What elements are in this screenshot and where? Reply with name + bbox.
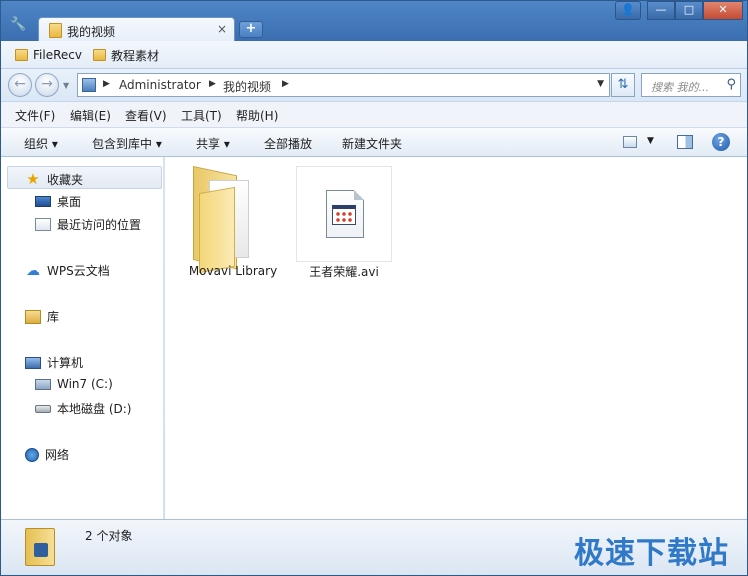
favorite-tutorial-materials[interactable]: 教程素材 — [93, 47, 159, 63]
file-list: Movavi Library 王者荣耀.avi — [165, 157, 747, 519]
new-folder-button[interactable]: 新建文件夹 — [342, 135, 402, 152]
organize-button[interactable]: 组织 ▾ — [24, 135, 58, 152]
computer-icon — [25, 356, 41, 369]
navigation-pane: ★ 收藏夹 桌面 最近访问的位置 ☁ WPS云文档 库 计算机 Win7 (C:… — [1, 157, 164, 519]
history-dropdown-icon[interactable]: ▼ — [63, 81, 69, 90]
star-icon: ★ — [26, 170, 40, 188]
tab-close-icon[interactable]: × — [217, 22, 227, 36]
nav-label: 网络 — [45, 448, 70, 462]
file-name: Movavi Library — [188, 264, 278, 278]
video-folder-icon — [49, 23, 62, 38]
folder-icon — [193, 166, 259, 274]
favorite-label: FileRecv — [33, 48, 82, 62]
search-icon[interactable]: ⚲ — [726, 77, 736, 92]
nav-label: 计算机 — [47, 356, 84, 370]
menu-help[interactable]: 帮助(H) — [236, 107, 278, 124]
new-tab-button[interactable]: + — [239, 21, 263, 38]
hard-drive-icon — [35, 404, 51, 413]
preview-pane-icon[interactable] — [677, 135, 693, 149]
search-placeholder: 搜索 我的... — [651, 81, 709, 94]
nav-item-drive-c[interactable]: Win7 (C:) — [35, 377, 113, 391]
nav-label: 收藏夹 — [47, 172, 84, 187]
nav-item-favorites[interactable]: ★ 收藏夹 — [25, 170, 83, 188]
command-toolbar: 组织 ▾ 包含到库中 ▾ 共享 ▾ 全部播放 新建文件夹 ▼ ? — [1, 127, 747, 157]
network-icon — [25, 447, 39, 462]
file-name[interactable]: 王者荣耀.avi — [296, 263, 392, 280]
nav-item-network[interactable]: 网络 — [25, 446, 69, 463]
refresh-button[interactable]: ⇅ — [611, 73, 635, 97]
item-count: 2 个对象 — [85, 529, 133, 543]
folder-icon — [15, 49, 28, 61]
tab-my-videos[interactable]: 我的视频 × — [38, 17, 235, 42]
nav-item-wps-cloud[interactable]: ☁ WPS云文档 — [25, 262, 110, 279]
nav-label: 本地磁盘 (D:) — [57, 402, 132, 416]
computer-icon — [82, 78, 96, 92]
address-bar[interactable]: ▶ Administrator ▶ 我的视频 ▶ ▼ — [77, 73, 610, 97]
minimize-button[interactable]: — — [647, 1, 675, 20]
play-all-button[interactable]: 全部播放 — [264, 135, 312, 152]
maximize-button[interactable]: □ — [675, 1, 703, 20]
file-item-folder[interactable]: Movavi Library — [183, 166, 283, 286]
file-item-video[interactable] — [296, 166, 392, 262]
share-label: 共享 — [196, 137, 221, 151]
favorite-label: 教程素材 — [111, 48, 160, 63]
menu-bar: 文件(F) 编辑(E) 查看(V) 工具(T) 帮助(H) — [1, 101, 747, 127]
help-icon[interactable]: ? — [712, 133, 730, 151]
menu-tools[interactable]: 工具(T) — [181, 107, 222, 124]
folder-icon — [93, 49, 106, 61]
breadcrumb-separator-icon[interactable]: ▶ — [103, 79, 110, 89]
nav-label: 桌面 — [57, 195, 82, 209]
video-file-icon — [326, 190, 364, 238]
menu-view[interactable]: 查看(V) — [125, 107, 167, 124]
status-bar: 2 个对象 极速下载站 — [1, 519, 747, 575]
watermark: 极速下载站 — [574, 536, 729, 571]
back-button[interactable]: ← — [8, 73, 32, 97]
close-button[interactable]: ✕ — [703, 1, 743, 20]
tab-title: 我的视频 — [67, 25, 116, 39]
nav-item-desktop[interactable]: 桌面 — [35, 193, 81, 210]
breadcrumb-separator-icon[interactable]: ▶ — [282, 79, 289, 89]
nav-item-recent-places[interactable]: 最近访问的位置 — [35, 216, 141, 233]
caption-buttons: 👤 — □ ✕ — [615, 1, 743, 20]
wrench-icon[interactable]: 🔧 — [10, 17, 28, 35]
system-drive-icon — [35, 378, 51, 390]
address-dropdown-icon[interactable]: ▼ — [597, 79, 604, 89]
favorites-bar: FileRecv 教程素材 — [1, 41, 747, 69]
nav-label: Win7 (C:) — [57, 377, 113, 391]
nav-label: 库 — [47, 310, 60, 324]
nav-item-drive-d[interactable]: 本地磁盘 (D:) — [35, 400, 131, 417]
explorer-window: 🔧 我的视频 × + 👤 — □ ✕ FileRecv 教程素材 ← → ▼ ▶… — [0, 0, 748, 576]
breadcrumb-my-videos[interactable]: 我的视频 — [223, 78, 271, 95]
forward-button[interactable]: → — [35, 73, 59, 97]
user-icon[interactable]: 👤 — [615, 1, 641, 20]
view-dropdown-icon[interactable]: ▼ — [647, 136, 654, 146]
include-library-label: 包含到库中 — [92, 137, 153, 151]
title-bar: 🔧 我的视频 × + 👤 — □ ✕ — [1, 1, 747, 42]
organize-label: 组织 — [24, 137, 49, 151]
nav-item-computer[interactable]: 计算机 — [25, 354, 83, 371]
breadcrumb-administrator[interactable]: Administrator — [119, 78, 201, 92]
library-icon — [25, 309, 41, 324]
nav-item-libraries[interactable]: 库 — [25, 308, 59, 325]
include-in-library-button[interactable]: 包含到库中 ▾ — [92, 135, 162, 152]
recent-places-icon — [35, 218, 51, 231]
cloud-icon: ☁ — [26, 262, 40, 279]
change-view-icon[interactable] — [623, 136, 637, 148]
menu-edit[interactable]: 编辑(E) — [70, 107, 111, 124]
desktop-icon — [35, 196, 51, 207]
nav-label: 最近访问的位置 — [57, 218, 142, 232]
menu-file[interactable]: 文件(F) — [15, 107, 55, 124]
video-folder-icon — [25, 528, 55, 566]
address-row: ← → ▼ ▶ Administrator ▶ 我的视频 ▶ ▼ ⇅ 搜索 我的… — [1, 69, 747, 101]
share-button[interactable]: 共享 ▾ — [196, 135, 230, 152]
favorite-filerecv[interactable]: FileRecv — [15, 47, 82, 63]
nav-label: WPS云文档 — [47, 264, 110, 278]
breadcrumb-separator-icon[interactable]: ▶ — [209, 79, 216, 89]
search-input[interactable]: 搜索 我的... ⚲ — [641, 73, 741, 97]
